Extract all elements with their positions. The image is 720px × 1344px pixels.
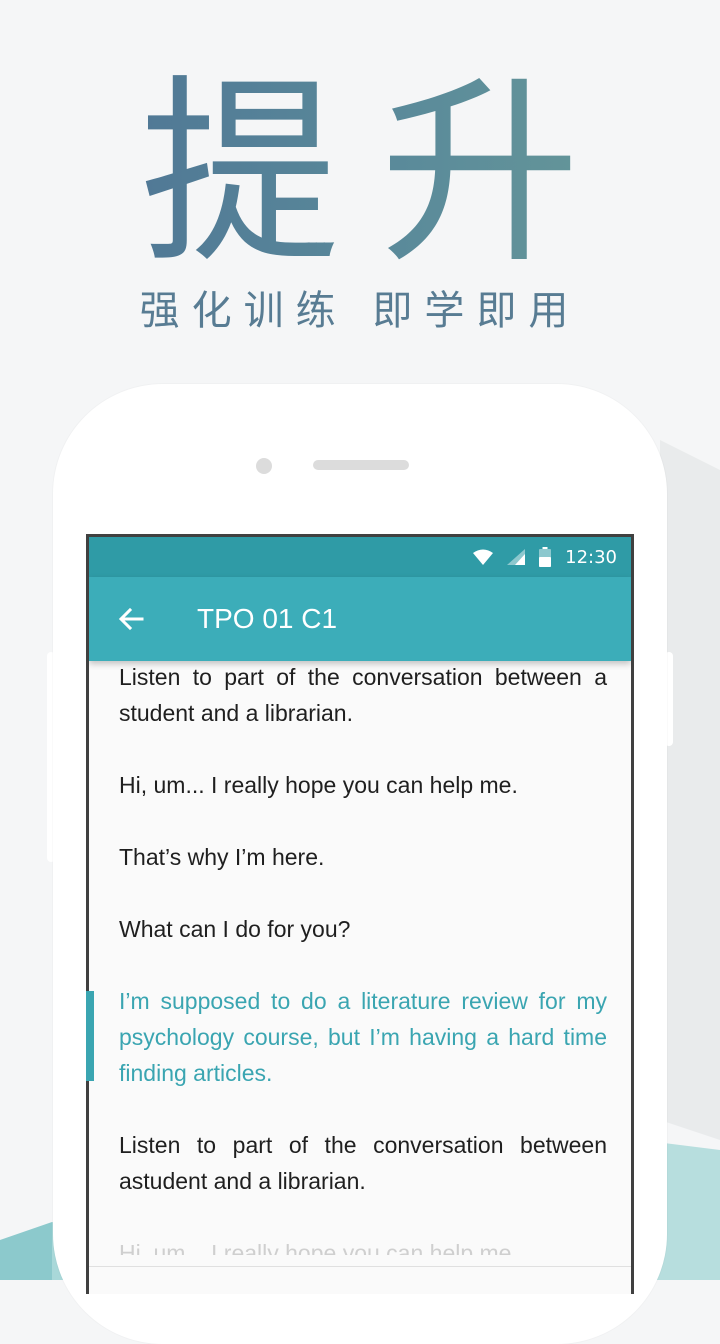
- transcript-line-partial[interactable]: Hi, um... I really hope you can help me.: [119, 1235, 607, 1255]
- transcript-line[interactable]: What can I do for you?: [119, 911, 607, 947]
- transcript-line-active[interactable]: I’m supposed to do a literature review f…: [119, 983, 607, 1091]
- phone-screen: 12:30 TPO 01 C1 Listen to part of the co…: [86, 534, 634, 1294]
- cell-signal-icon: [507, 549, 526, 565]
- transcript-list[interactable]: Listen to part of the conversation betwe…: [89, 661, 631, 1294]
- status-time: 12:30: [565, 546, 617, 568]
- transcript-line[interactable]: Listen to part of the conversation betwe…: [119, 659, 607, 731]
- transcript-line[interactable]: Hi, um... I really hope you can help me.: [119, 767, 607, 803]
- arrow-back-icon: [118, 607, 144, 631]
- phone-speaker: [313, 460, 409, 470]
- phone-camera: [256, 458, 272, 474]
- battery-icon: [539, 547, 552, 567]
- back-button[interactable]: [111, 599, 151, 639]
- app-bar: TPO 01 C1: [89, 577, 631, 661]
- transcript-line[interactable]: Listen to part of the conversation betwe…: [119, 1127, 607, 1199]
- app-title: TPO 01 C1: [197, 603, 338, 634]
- status-bar: 12:30: [89, 537, 631, 577]
- promo-subline: 强化训练 即学即用: [139, 288, 581, 334]
- promo-headline: 提升: [0, 60, 720, 290]
- transcript-line[interactable]: That’s why I’m here.: [119, 839, 607, 875]
- status-icons: 12:30: [473, 537, 617, 577]
- wifi-icon: [473, 549, 494, 565]
